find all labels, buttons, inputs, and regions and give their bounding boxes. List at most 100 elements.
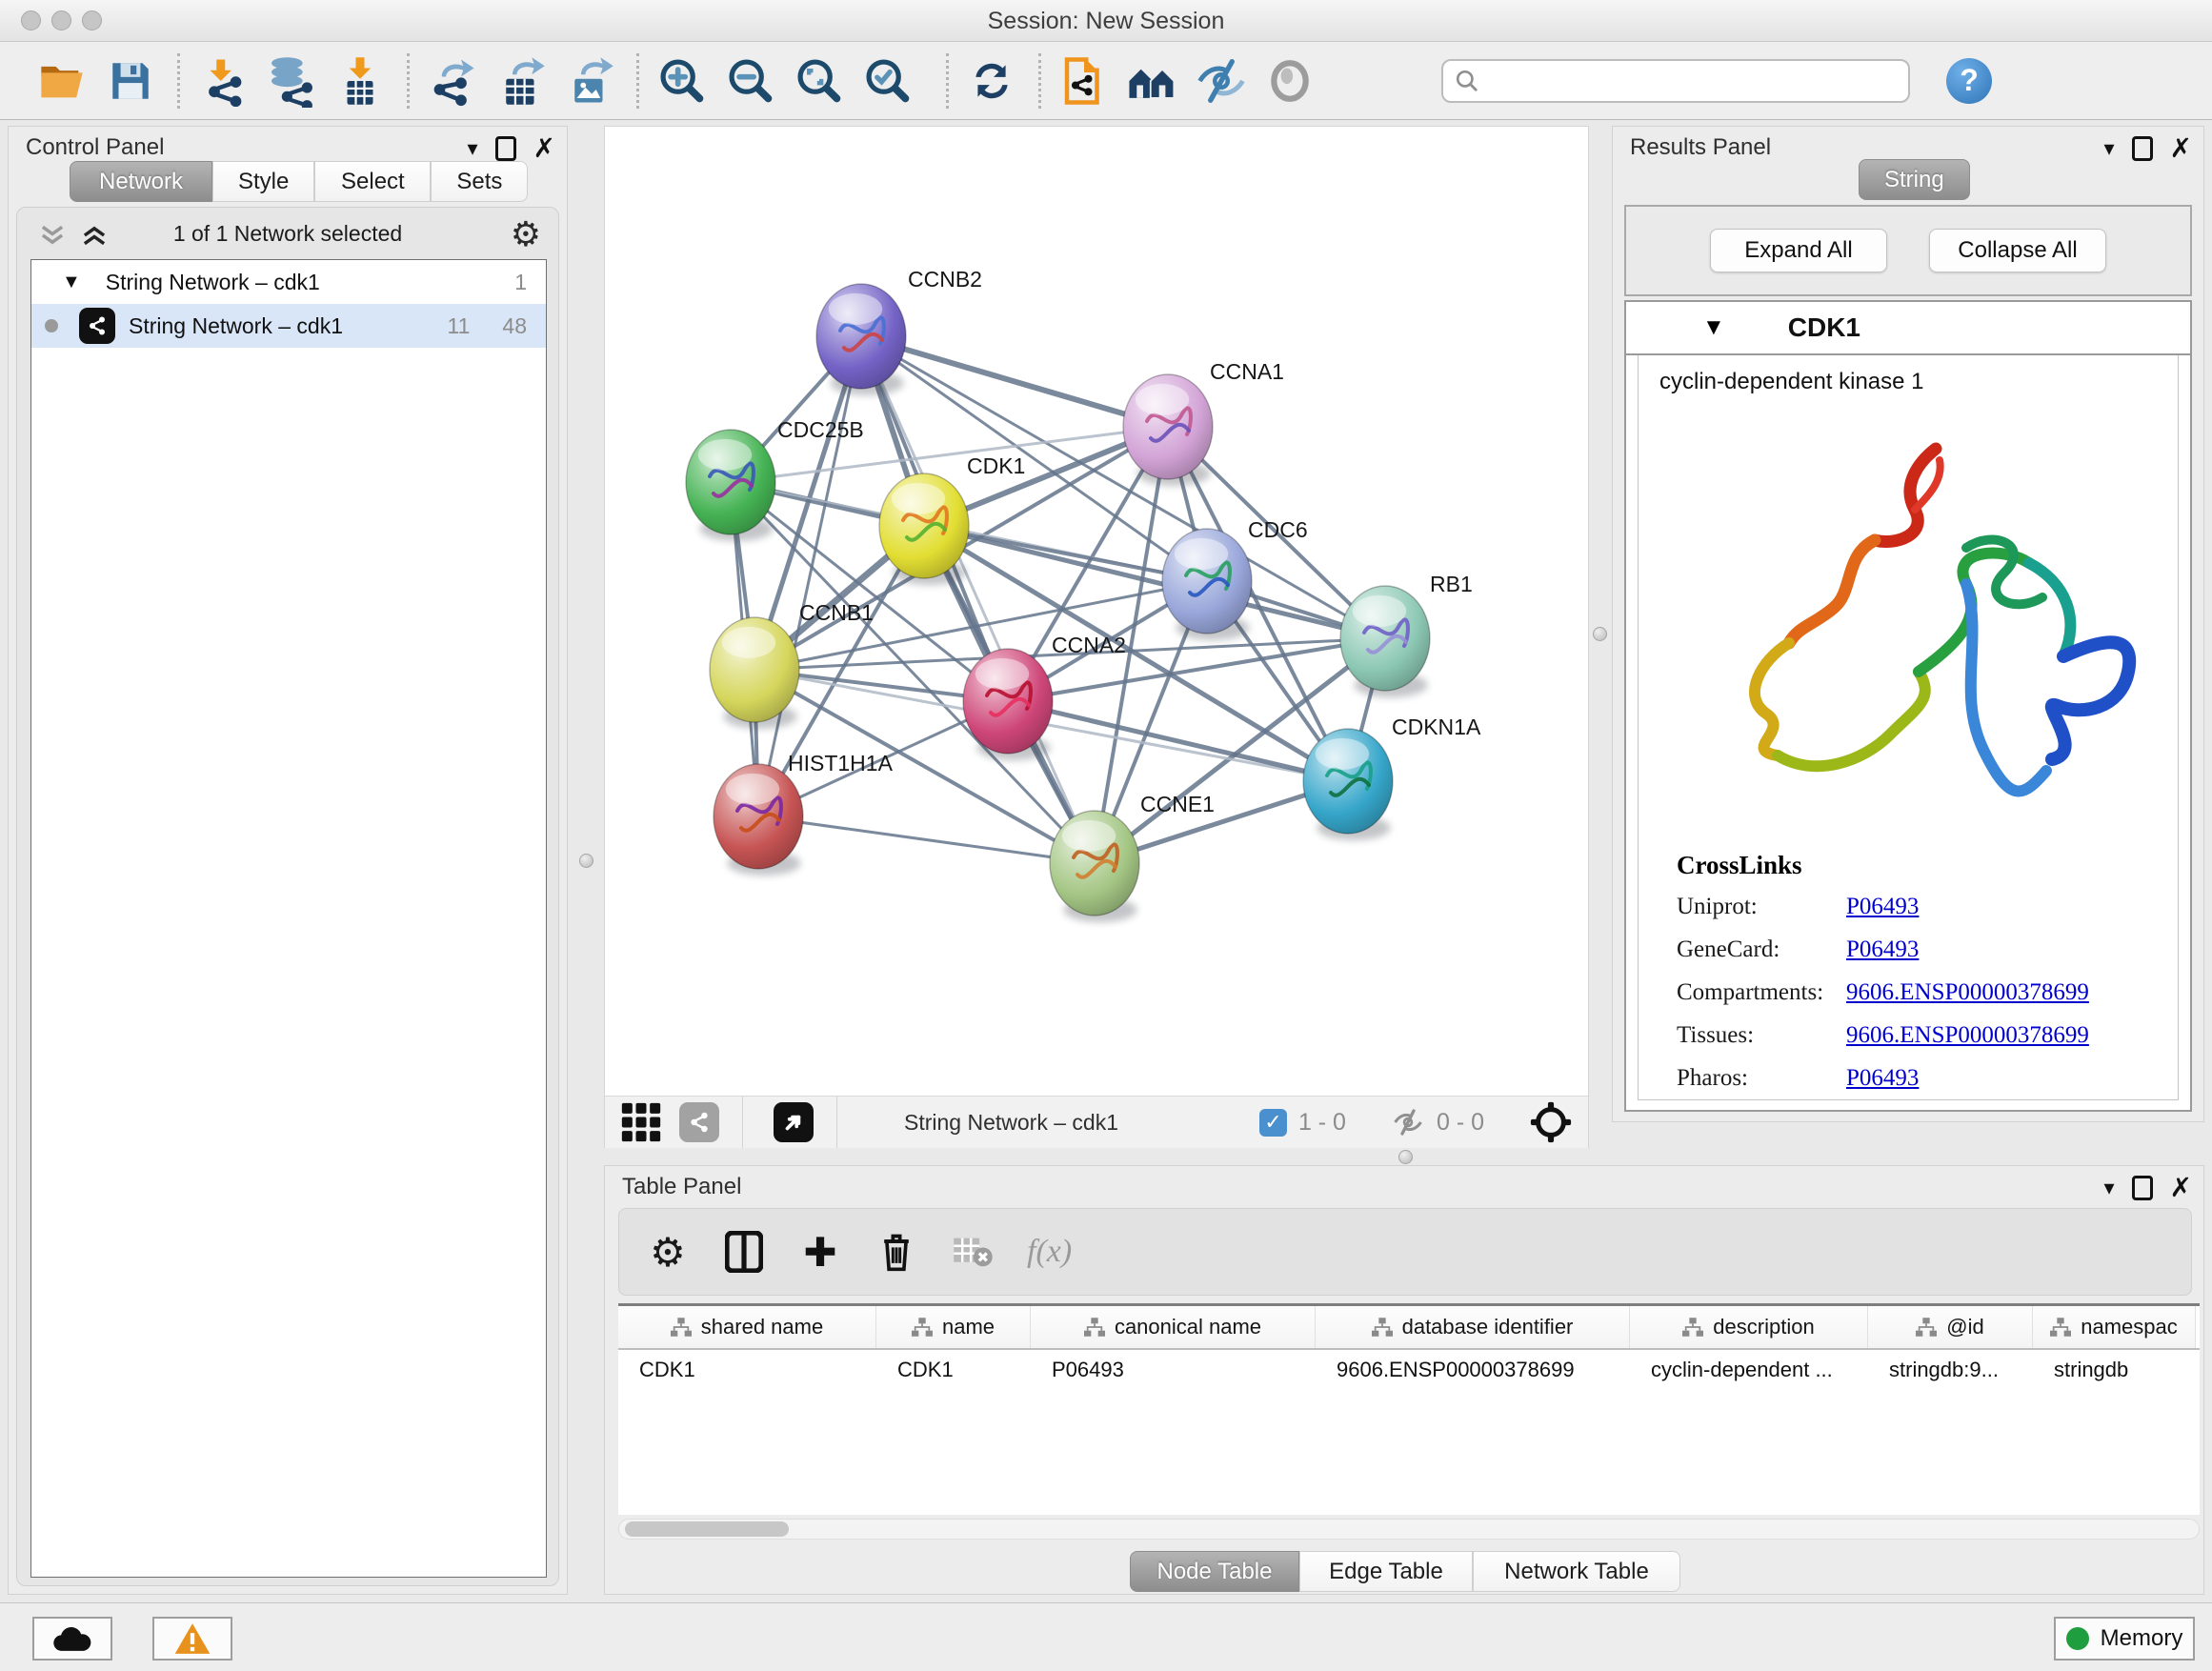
- network-node-CCNB1[interactable]: [710, 617, 799, 729]
- panel-menu-icon[interactable]: ▾: [2103, 1176, 2114, 1200]
- import-network-from-database-button[interactable]: [264, 52, 319, 110]
- collapse-all-button[interactable]: Collapse All: [1929, 229, 2106, 272]
- column-header-description[interactable]: description: [1630, 1306, 1868, 1348]
- node-label-CCNB2: CCNB2: [908, 267, 982, 292]
- delete-column-trash-icon[interactable]: [875, 1230, 918, 1274]
- network-node-CDC6[interactable]: [1162, 529, 1252, 640]
- panel-float-icon[interactable]: [495, 136, 516, 161]
- export-table-button[interactable]: [493, 52, 549, 110]
- left-splitter-handle[interactable]: [579, 854, 593, 868]
- selected-items-checkbox[interactable]: ✓: [1259, 1109, 1287, 1137]
- add-column-plus-icon[interactable]: ✚: [798, 1230, 842, 1274]
- tab-network[interactable]: Network: [70, 161, 212, 202]
- network-options-gear-icon[interactable]: ⚙: [511, 214, 541, 254]
- panel-close-icon[interactable]: ✗: [533, 132, 555, 164]
- pharos-link[interactable]: P06493: [1846, 1065, 1919, 1092]
- export-network-button[interactable]: [425, 52, 480, 110]
- panel-close-icon[interactable]: ✗: [2170, 132, 2192, 164]
- function-builder-icon[interactable]: f(x): [1027, 1230, 1072, 1274]
- panel-float-icon[interactable]: [2132, 136, 2153, 161]
- genecard-link[interactable]: P06493: [1846, 936, 1919, 963]
- network-canvas[interactable]: CCNB2CCNA1CDC25BCDK1CDC6RB1CCNB1CCNA2CDK…: [605, 127, 1588, 1095]
- table-options-gear-icon[interactable]: ⚙: [646, 1230, 690, 1274]
- export-table-icon: [495, 55, 547, 107]
- apply-layout-button[interactable]: [964, 52, 1019, 110]
- node-label-CDKN1A: CDKN1A: [1392, 715, 1481, 739]
- zoom-selected-button[interactable]: [860, 52, 915, 110]
- network-tree: ▼ String Network – cdk1 1 String Network…: [30, 259, 547, 1578]
- network-node-CCNE1[interactable]: [1050, 811, 1139, 922]
- panel-close-icon[interactable]: ✗: [2170, 1172, 2192, 1203]
- network-node-CCNB2[interactable]: [816, 284, 906, 395]
- panel-menu-icon[interactable]: ▾: [467, 136, 477, 161]
- tab-node-table[interactable]: Node Table: [1130, 1551, 1299, 1592]
- zoom-out-button[interactable]: [723, 52, 778, 110]
- cdk1-section-header[interactable]: ▼ CDK1: [1626, 302, 2190, 355]
- crosslinks-section: CrossLinks Uniprot:P06493 GeneCard:P0649…: [1677, 851, 2089, 1108]
- table-row[interactable]: CDK1 CDK1 P06493 9606.ENSP00000378699 cy…: [618, 1350, 2200, 1390]
- panel-menu-icon[interactable]: ▾: [2103, 136, 2114, 161]
- import-table-icon: [334, 55, 386, 107]
- uniprot-link[interactable]: P06493: [1846, 894, 1919, 920]
- network-node-CDC25B[interactable]: [686, 430, 775, 541]
- export-image-icon: [564, 55, 615, 107]
- column-header-namespace[interactable]: namespac: [2033, 1306, 2196, 1348]
- help-button[interactable]: ?: [1946, 58, 1992, 104]
- table-horizontal-scrollbar[interactable]: [618, 1519, 2200, 1540]
- tab-select[interactable]: Select: [314, 161, 431, 202]
- scrollbar-thumb[interactable]: [625, 1521, 789, 1537]
- tab-style[interactable]: Style: [212, 161, 314, 202]
- share-view-icon[interactable]: [679, 1102, 719, 1142]
- tab-edge-table[interactable]: Edge Table: [1299, 1551, 1473, 1592]
- right-splitter-handle[interactable]: [1593, 627, 1607, 641]
- home-networks-button[interactable]: [1125, 52, 1180, 110]
- column-header-id[interactable]: @id: [1868, 1306, 2033, 1348]
- column-header-database-identifier[interactable]: database identifier: [1316, 1306, 1630, 1348]
- toolbar-search: [1441, 59, 1910, 103]
- column-header-name[interactable]: name: [876, 1306, 1031, 1348]
- tissues-link[interactable]: 9606.ENSP00000378699: [1846, 1022, 2089, 1049]
- title-bar: Session: New Session: [0, 0, 2212, 42]
- collection-collapse-icon[interactable]: ▼: [62, 272, 81, 293]
- save-session-button[interactable]: [103, 52, 158, 110]
- eye-slash-icon: [1196, 55, 1247, 107]
- network-node-CDKN1A[interactable]: [1303, 729, 1393, 840]
- bottom-splitter-handle[interactable]: [1398, 1150, 1413, 1164]
- share-document-button[interactable]: [1056, 52, 1112, 110]
- hide-graphics-button[interactable]: [1194, 52, 1249, 110]
- panel-float-icon[interactable]: [2132, 1176, 2153, 1200]
- network-collection-row[interactable]: ▼ String Network – cdk1 1: [31, 260, 546, 304]
- network-node-RB1[interactable]: [1340, 586, 1430, 697]
- delete-table-icon[interactable]: [951, 1230, 995, 1274]
- show-columns-icon[interactable]: [722, 1230, 766, 1274]
- birdseye-crosshair-icon[interactable]: [1529, 1100, 1573, 1144]
- import-table-from-file-button[interactable]: [332, 52, 388, 110]
- tab-network-table[interactable]: Network Table: [1473, 1551, 1680, 1592]
- memory-button[interactable]: Memory: [2054, 1617, 2195, 1661]
- detach-view-icon[interactable]: [774, 1102, 814, 1142]
- cloud-status-button[interactable]: [32, 1617, 112, 1661]
- zoom-fit-button[interactable]: [792, 52, 847, 110]
- node-label-CCNA1: CCNA1: [1210, 359, 1284, 384]
- network-node-HIST1H1A[interactable]: [714, 764, 803, 876]
- export-image-button[interactable]: [562, 52, 617, 110]
- grid-view-icon[interactable]: [620, 1101, 662, 1143]
- column-header-shared-name[interactable]: shared name: [618, 1306, 876, 1348]
- column-header-canonical-name[interactable]: canonical name: [1031, 1306, 1316, 1348]
- warnings-button[interactable]: [152, 1617, 232, 1661]
- compartments-link[interactable]: 9606.ENSP00000378699: [1846, 979, 2089, 1006]
- expand-all-button[interactable]: Expand All: [1710, 229, 1887, 272]
- show-graphics-button[interactable]: [1262, 52, 1317, 110]
- open-session-button[interactable]: [34, 52, 90, 110]
- zoom-in-button[interactable]: [654, 52, 710, 110]
- network-node-CCNA2[interactable]: [963, 649, 1053, 760]
- search-input[interactable]: [1441, 59, 1910, 103]
- network-node-CDK1[interactable]: [879, 473, 969, 585]
- import-network-from-file-button[interactable]: [195, 52, 251, 110]
- table-panel-title: Table Panel: [622, 1174, 741, 1200]
- network-node-CCNA1[interactable]: [1123, 374, 1213, 486]
- tab-string[interactable]: String: [1859, 159, 1970, 200]
- tab-sets[interactable]: Sets: [431, 161, 528, 202]
- node-label-CCNB1: CCNB1: [799, 600, 874, 625]
- network-row[interactable]: String Network – cdk1 11 48: [31, 304, 546, 348]
